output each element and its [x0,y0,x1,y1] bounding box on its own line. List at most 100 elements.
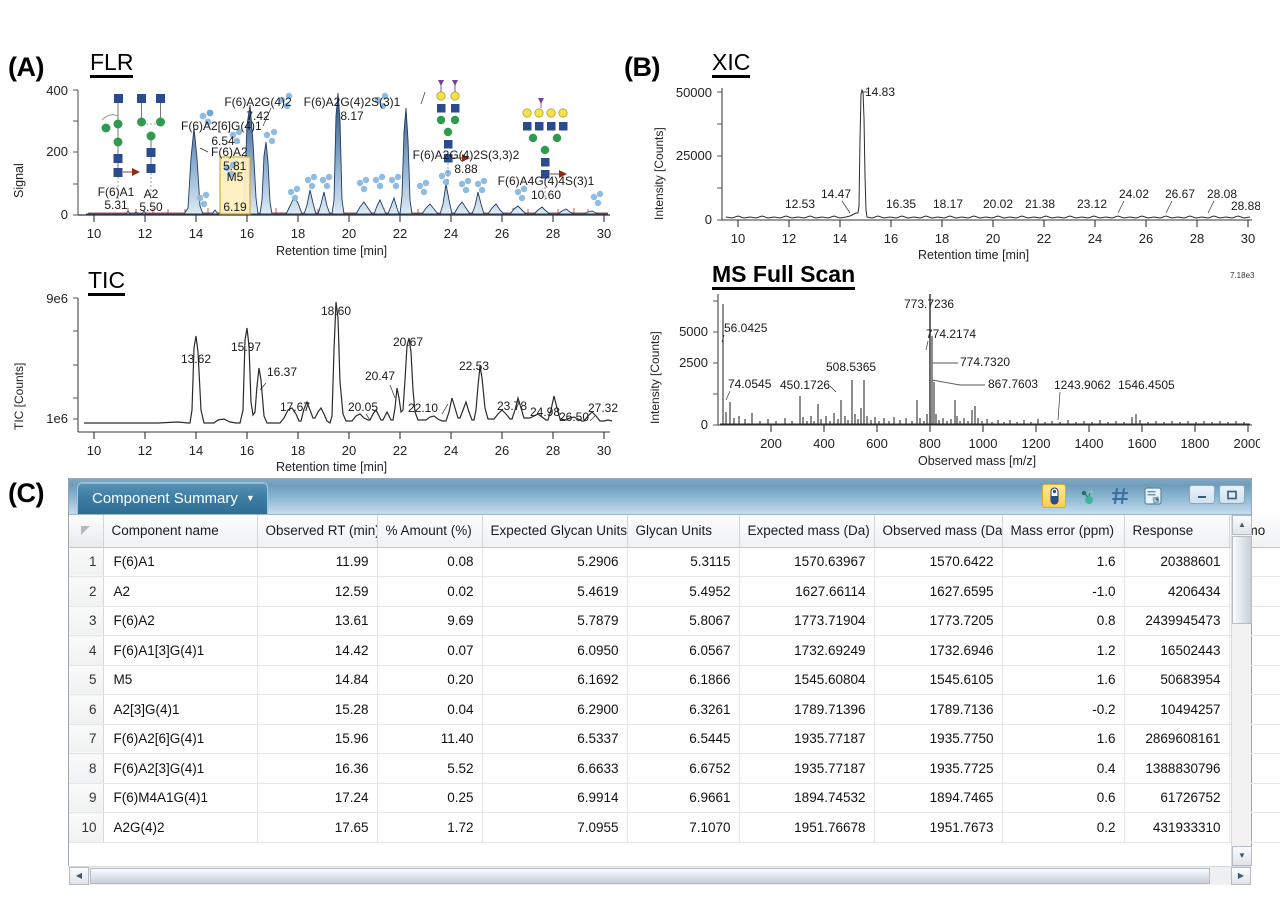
ms-label-508: 508.5365 [826,360,876,374]
xic-ytick-50000: 50000 [676,85,712,100]
capsule-icon[interactable] [1042,484,1066,508]
xic-xtick-18: 18 [935,231,949,246]
row-number: 9 [69,783,104,813]
xic-xtick-20: 20 [986,231,1000,246]
select-all-corner[interactable] [69,515,104,548]
row-number: 4 [69,635,104,666]
cell-amount: 0.20 [377,665,483,695]
column-header-mass-error[interactable]: Mass error (ppm) [1002,515,1125,548]
cell-rt: 16.36 [257,753,378,784]
column-header-expected-glycan-units[interactable]: Expected Glycan Units [482,515,628,548]
tic-plot: 9e6 1e6 10 12 14 16 18 20 22 24 26 28 30 [46,291,618,458]
cell-omass: 1951.7673 [874,812,1003,843]
table-row[interactable]: 1 F(6)A1 11.99 0.08 5.2906 5.3115 1570.63967 15… [69,547,1280,577]
xic-label-2138: 21.38 [1025,197,1055,211]
table-row[interactable]: 5 M5 14.84 0.20 6.1692 6.1866 1545.60804 1545.6… [69,665,1280,695]
tic-xtick-30: 30 [597,443,611,458]
minimize-button[interactable] [1189,485,1215,504]
cell-name: A2 [103,576,258,607]
scroll-left-button[interactable]: ◀ [69,867,89,885]
cell-emass: 1570.63967 [739,547,875,577]
xic-chart-title: XIC [712,50,751,79]
cell-eglycan: 6.0950 [482,635,628,666]
cell-name: A2[3]G(4)1 [103,694,258,725]
xic-label-1483: 14.83 [865,85,895,99]
table-row[interactable]: 2 A2 12.59 0.02 5.4619 5.4952 1627.66114 1627.6… [69,576,1280,607]
tic-label-2498: 24.98 [530,405,560,419]
table-row[interactable]: 3 F(6)A2 13.61 9.69 5.7879 5.8067 1773.71904 17… [69,606,1280,636]
vertical-scrollbar[interactable]: ▲ ▼ [1231,515,1252,866]
cell-err: 1.6 [1002,724,1125,754]
xic-xtick-16: 16 [884,231,898,246]
flr-value-m5: 6.19 [223,200,247,214]
table-row[interactable]: 10 A2G(4)2 17.65 1.72 7.0955 7.1070 1951.76678… [69,812,1280,843]
column-header-observed-rt[interactable]: Observed RT (min) [257,515,378,548]
cell-name: F(6)A2[3]G(4)1 [103,753,258,784]
ms-label-450: 450.1726 [780,378,830,392]
cell-emass: 1935.77187 [739,724,875,754]
cell-rt: 12.59 [257,576,378,607]
cell-resp: 1388830796 [1124,753,1230,784]
cell-glycan: 5.4952 [627,576,740,607]
cell-omass: 1894.7465 [874,783,1003,813]
window-controls [1189,485,1245,504]
cell-name: F(6)A1[3]G(4)1 [103,635,258,666]
cell-emass: 1894.74532 [739,783,875,813]
xic-xtick-12: 12 [782,231,796,246]
column-header-component-name[interactable]: Component name [103,515,258,548]
xic-label-2002: 20.02 [983,197,1013,211]
horizontal-scrollbar[interactable]: ◀ ▶ [69,866,1251,885]
column-header-response[interactable]: Response [1124,515,1230,548]
column-header-glycan-units[interactable]: Glycan Units [627,515,740,548]
table-row[interactable]: 7 F(6)A2[6]G(4)1 15.96 11.40 6.5337 6.5445 193… [69,724,1280,754]
tab-component-summary[interactable]: Component Summary ▼ [77,482,268,514]
column-header-percent-amount[interactable]: % Amount (%) [377,515,483,548]
horizontal-scroll-thumb[interactable] [90,868,1210,884]
xic-label-2888: 28.88 [1231,199,1260,213]
table-row[interactable]: 9 F(6)M4A1G(4)1 17.24 0.25 6.9914 6.9661 1894.… [69,783,1280,813]
xic-xtick-10: 10 [731,231,745,246]
xic-label-1253: 12.53 [785,197,815,211]
cell-omass: 1773.7205 [874,606,1003,636]
cell-err: -0.2 [1002,694,1125,725]
cell-name: A2G(4)2 [103,812,258,843]
flr-value-f6a2g42: 7.42 [246,109,270,123]
ms-chart-title: MS Full Scan [712,262,856,291]
vertical-scroll-thumb[interactable] [1232,536,1252,624]
flr-xtick-24: 24 [444,226,458,241]
table-row[interactable]: 4 F(6)A1[3]G(4)1 14.42 0.07 6.0950 6.0567 1732… [69,635,1280,666]
glycan-structure-a2 [137,94,165,202]
xic-label-2402: 24.02 [1119,187,1149,201]
xic-label-2667: 26.67 [1165,187,1195,201]
ms-plot: 0 2500 5000 200 400 600 800 1000 1200 14… [679,294,1260,451]
row-number: 5 [69,665,104,695]
cell-err: 1.6 [1002,547,1125,577]
table-row[interactable]: 8 F(6)A2[3]G(4)1 16.36 5.52 6.6633 6.6752 1935… [69,753,1280,784]
ms-label-56: 56.0425 [724,321,768,335]
cell-emass: 1545.60804 [739,665,875,695]
cell-eglycan: 6.1692 [482,665,628,695]
hash-icon[interactable] [1108,484,1132,508]
molecule-icon[interactable] [1075,484,1099,508]
flr-xtick-30: 30 [597,226,611,241]
report-icon[interactable] [1141,484,1165,508]
tic-xtick-18: 18 [291,443,305,458]
maximize-button[interactable] [1219,485,1245,504]
xic-ytick-25000: 25000 [676,148,712,163]
ms-label-774-2: 774.2174 [926,327,976,341]
cell-err: 0.2 [1002,812,1125,843]
cell-name: F(6)A2[6]G(4)1 [103,724,258,754]
scroll-down-button[interactable]: ▼ [1232,846,1252,866]
flr-xtick-16: 16 [240,226,254,241]
scroll-up-button[interactable]: ▲ [1232,515,1252,535]
cell-amount: 0.08 [377,547,483,577]
scroll-right-button[interactable]: ▶ [1231,867,1251,885]
tic-label-1362: 13.62 [181,352,211,366]
tic-y-axis-label: TIC [Counts] [12,362,26,430]
column-header-observed-mass[interactable]: Observed mass (Da) [874,515,1003,548]
column-header-expected-mass[interactable]: Expected mass (Da) [739,515,875,548]
cell-rt: 13.61 [257,606,378,636]
table-row[interactable]: 6 A2[3]G(4)1 15.28 0.04 6.2900 6.3261 1789.713… [69,694,1280,725]
cell-resp: 4206434 [1124,576,1230,607]
ms-xtick-400: 400 [813,436,835,451]
